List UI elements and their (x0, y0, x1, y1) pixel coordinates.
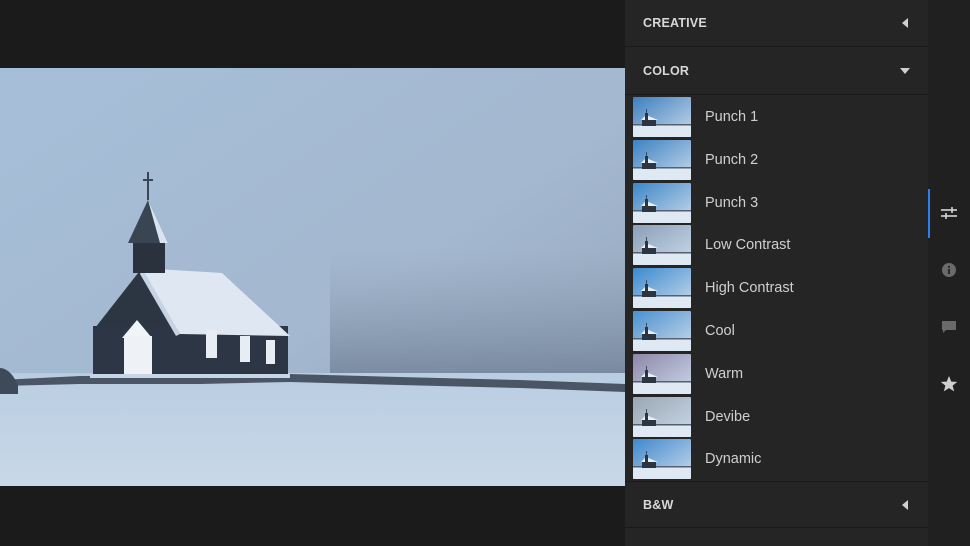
preset-item[interactable]: Punch 1 (633, 97, 920, 137)
section-bw[interactable]: B&W (625, 481, 928, 528)
preset-label: Punch 2 (705, 151, 759, 168)
preset-thumbnail (633, 353, 691, 394)
preset-item[interactable]: Low Contrast (633, 225, 920, 266)
preset-item[interactable]: Dynamic (633, 439, 920, 480)
chevron-left-icon (900, 18, 910, 28)
preset-thumbnail (633, 182, 691, 223)
preset-label: Devibe (705, 408, 751, 425)
preset-label: Dynamic (705, 451, 762, 468)
chevron-down-icon (900, 66, 910, 76)
sliders-icon[interactable] (928, 188, 970, 238)
preset-thumbnail (633, 439, 691, 480)
preset-thumbnail (633, 268, 691, 309)
section-bw-title: B&W (643, 497, 674, 512)
chevron-left-icon (900, 499, 910, 510)
preset-thumbnail (633, 396, 691, 437)
comment-icon[interactable] (928, 302, 970, 352)
preset-label: Low Contrast (705, 237, 791, 254)
presets-panel: CREATIVE COLOR Punch 1 Punch 2 Punch 3 Low … (625, 0, 928, 546)
section-creative-title: CREATIVE (643, 16, 707, 30)
preset-thumbnail (633, 225, 691, 266)
preset-item[interactable]: Punch 2 (633, 139, 920, 180)
preset-item[interactable]: High Contrast (633, 268, 920, 309)
section-color-title: COLOR (643, 64, 690, 78)
side-rail (928, 0, 970, 546)
preset-label: Warm (705, 365, 744, 382)
preset-label: Punch 3 (705, 194, 759, 211)
preset-thumbnail (633, 97, 691, 137)
preset-label: Cool (705, 323, 735, 339)
photo-canvas[interactable] (0, 0, 625, 546)
preset-thumbnail (633, 311, 691, 351)
section-color[interactable]: COLOR (625, 48, 928, 95)
preset-item[interactable]: Punch 3 (633, 182, 920, 223)
preset-label: High Contrast (705, 280, 794, 297)
star-icon[interactable] (928, 359, 970, 409)
info-icon[interactable] (928, 245, 970, 295)
preset-thumbnail (633, 139, 691, 180)
photo-image (0, 68, 625, 486)
preset-item[interactable]: Devibe (633, 396, 920, 437)
preset-item[interactable]: Cool (633, 311, 920, 351)
section-creative[interactable]: CREATIVE (625, 0, 928, 47)
preset-item[interactable]: Warm (633, 353, 920, 394)
preset-label: Punch 1 (705, 109, 759, 125)
